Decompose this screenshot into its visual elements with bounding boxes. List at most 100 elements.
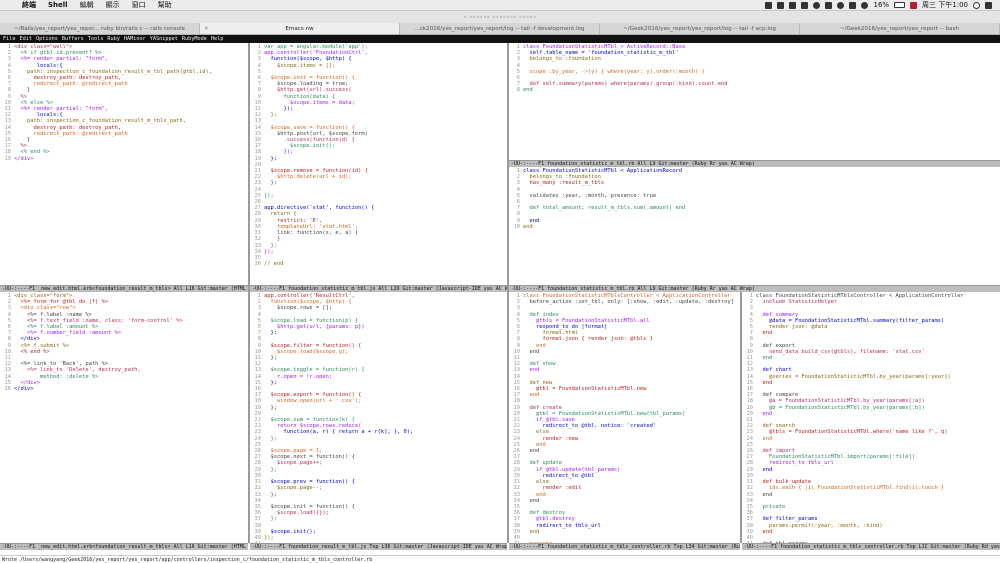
editor-pane-controller[interactable]: 1 class FoundationStatisticMTblsControlle…: [509, 292, 740, 543]
tab-emacs[interactable]: ✕ Emacs nw: [200, 23, 400, 34]
battery-percent[interactable]: 16%: [873, 1, 889, 9]
code-line[interactable]: 19 </div>: [2, 156, 246, 162]
code-text: @tbl = FoundationStatisticMTbl.new: [523, 386, 647, 393]
window-divider[interactable]: [740, 292, 742, 543]
wifi-icon[interactable]: [861, 1, 869, 9]
menu-terminal[interactable]: 終端: [16, 0, 42, 10]
code-text: function(data) {: [264, 93, 336, 100]
code-area[interactable]: 1 class FoundationStatisticMTbl < ActiveR…: [509, 43, 1000, 95]
code-area[interactable]: 1 class FoundationStatisticMTbl < Applica…: [509, 167, 1000, 231]
tab-acp-log[interactable]: ~/Geek2016/yes_report/yes_report/log -- …: [600, 23, 800, 34]
time-machine-icon[interactable]: [837, 1, 845, 9]
tab-development-log[interactable]: ...ck2016/yes_report/yes_report/log -- t…: [400, 23, 600, 34]
menu-view[interactable]: 顯示: [100, 0, 126, 10]
code-text: $scope.loading = true;: [264, 81, 349, 88]
code-text: @tbls = FoundationStatisticMTbl.where('n…: [756, 429, 948, 436]
emacs-menu-file[interactable]: File: [3, 36, 16, 42]
code-text: <%= f.number_field :amount %>: [14, 330, 122, 337]
editor-pane-form[interactable]: 1 <div class="form"> 2 <%= form_for @tbl d…: [0, 292, 248, 543]
menu-window[interactable]: 窗口: [126, 0, 152, 10]
bluetooth-icon[interactable]: [849, 1, 857, 9]
emacs-menu-help[interactable]: Help: [211, 36, 224, 42]
menu-shell[interactable]: Shell: [42, 1, 74, 9]
code-text: </div>: [14, 386, 34, 393]
code-line[interactable]: 8 end: [511, 87, 998, 93]
editor-pane-js[interactable]: 1 var app = angular.module('app'); 2 app.co…: [250, 43, 507, 285]
close-icon[interactable]: ✕: [204, 26, 209, 32]
code-text: </div>: [14, 336, 40, 343]
emacs-menu-haminor[interactable]: HAMinor: [124, 36, 146, 42]
code-text: if @tbl.save: [523, 417, 575, 424]
clock[interactable]: 周三 下午1:00: [922, 0, 968, 10]
code-text: end: [523, 87, 533, 94]
emacs-menu-yasnippet[interactable]: YASnippet: [150, 36, 178, 42]
code-area[interactable]: 1 class FoundationStatisticMTblsControlle…: [509, 292, 740, 543]
code-text: $scope.sum = function(k) {: [264, 417, 355, 424]
status-app-icon[interactable]: [789, 1, 797, 9]
emacs-menu-rubymode[interactable]: RubyMode: [182, 36, 207, 42]
tab-label: ~/Geek2016/yes_report/yes_report -- bash: [839, 25, 960, 32]
menu-edit[interactable]: 編輯: [74, 0, 100, 10]
code-line[interactable]: 2 before_action :set_tbl, only: [:show, …: [511, 299, 738, 305]
window-title: ◦ ◦◦◦◦◦◦ ◦◦◦◦◦◦◦ ◦◦◦◦◦: [463, 13, 537, 21]
editor-pane-model-2[interactable]: 1 class FoundationStatisticMTbl < Applica…: [509, 167, 1000, 285]
code-text: app.controller('ResultCtrl',: [264, 293, 355, 299]
code-text: end: [523, 342, 546, 349]
window-divider[interactable]: [248, 43, 250, 543]
search-icon[interactable]: [973, 1, 980, 9]
status-app-icon[interactable]: [765, 1, 773, 9]
tab-bash[interactable]: ~/Geek2016/yes_report/yes_report -- bash: [800, 23, 1000, 34]
code-text: belongs_to :foundation: [523, 174, 601, 181]
tab-rails-console[interactable]: ~/Rails/yes_report/yes_repor... ruby bin…: [0, 23, 200, 34]
code-text: end: [523, 441, 546, 448]
code-text: end: [756, 410, 773, 417]
notification-center-icon[interactable]: [985, 1, 992, 9]
battery-icon[interactable]: [894, 2, 906, 8]
code-text: };: [264, 355, 277, 362]
editor-pane-erb[interactable]: 1 <div class="well"> 2 <% if @tbl.id.prese…: [0, 43, 248, 285]
mode-line: -UU-:----F1 foundation_result_m_tbl.js T…: [250, 543, 507, 550]
line-number: 8: [516, 87, 520, 94]
minibuffer[interactable]: Wrote /Users/wangyang/Geek2016/yes_repor…: [0, 555, 1000, 563]
code-text: $scope.rows = [];: [264, 305, 333, 312]
editor-pane-result-js[interactable]: 1 app.controller('ResultCtrl', 2 function(…: [250, 292, 507, 543]
code-text: @tbl = FoundationStatisticMTbl.new(tbl_p…: [523, 410, 686, 417]
status-app-icon[interactable]: [777, 1, 785, 9]
code-line[interactable]: 36// end: [252, 261, 505, 267]
code-text: };: [264, 491, 277, 498]
code-text: <%= f.text_field :name, class: 'form-con…: [14, 317, 183, 324]
editor-pane-controller-2[interactable]: 1 class FoundationStatisticMTblsControlle…: [742, 292, 1000, 543]
code-area[interactable]: 1 <div class="form"> 2 <%= form_for @tbl d…: [0, 292, 248, 393]
status-app-icon[interactable]: [825, 1, 833, 9]
status-app-icon[interactable]: [813, 1, 821, 9]
code-line[interactable]: 16 </div>: [2, 386, 246, 392]
editor-pane-model[interactable]: 1 class FoundationStatisticMTbl < ActiveR…: [509, 43, 1000, 160]
code-area[interactable]: 1 <div class="well"> 2 <% if @tbl.id.prese…: [0, 43, 248, 163]
code-text: end: [756, 330, 773, 337]
window-divider[interactable]: [507, 43, 509, 543]
menu-help[interactable]: 幫助: [152, 0, 178, 10]
code-text: $scope.page--;: [264, 485, 323, 492]
status-app-icon[interactable]: [801, 1, 809, 9]
emacs-menu-tools[interactable]: Tools: [88, 36, 104, 42]
code-text: <div class="row">: [14, 305, 76, 312]
code-text: r.open = !r.open;: [264, 373, 333, 380]
code-area[interactable]: 1 var app = angular.module('app'); 2 app.co…: [250, 43, 507, 268]
line-number: 16: [4, 386, 12, 393]
code-text: end: [523, 223, 533, 230]
code-text: class FoundationStatisticMTblsController…: [523, 293, 731, 299]
flag-icon[interactable]: [910, 1, 918, 9]
emacs-menu-ruby[interactable]: Ruby: [107, 36, 120, 42]
emacs-menu-buffers[interactable]: Buffers: [62, 36, 84, 42]
code-text: <%= render partial: "form",: [14, 56, 109, 63]
code-text: locals:{: [14, 62, 63, 69]
code-text: };: [264, 330, 277, 337]
code-area[interactable]: 1 app.controller('ResultCtrl', 2 function(…: [250, 292, 507, 543]
mode-line: -UU-:----F1 _new_edit.html.erb<foundatio…: [0, 543, 248, 550]
code-text: .success(function(d) {: [264, 137, 355, 144]
code-line[interactable]: 10 end: [511, 224, 998, 230]
code-text: def create: [523, 404, 562, 411]
code-area[interactable]: 1 class FoundationStatisticMTblsControlle…: [742, 292, 1000, 543]
emacs-menu-options[interactable]: Options: [36, 36, 58, 42]
emacs-menu-edit[interactable]: Edit: [20, 36, 33, 42]
